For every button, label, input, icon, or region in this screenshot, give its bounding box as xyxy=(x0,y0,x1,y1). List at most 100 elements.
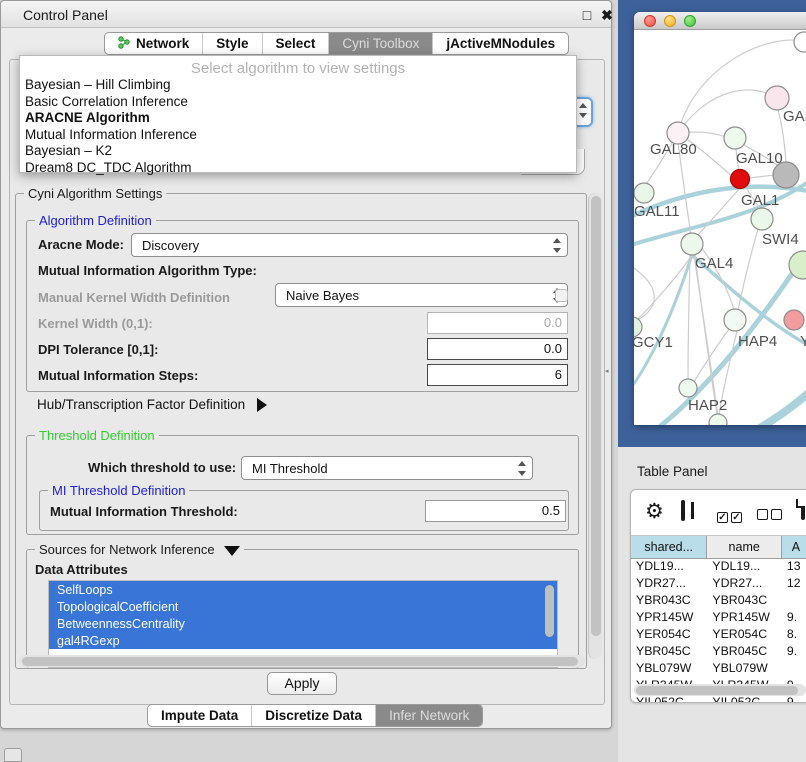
attribute-item[interactable]: TopologicalCoefficient xyxy=(49,598,557,615)
tab-impute-data[interactable]: Impute Data xyxy=(148,705,252,726)
algorithm-option[interactable]: Bayesian – K2 xyxy=(20,143,576,160)
settings-horizontal-scrollbar[interactable] xyxy=(19,655,585,667)
algorithm-option[interactable]: Bayesian – Hill Climbing xyxy=(20,77,576,94)
node-label: GCY1 xyxy=(634,334,673,351)
attributes-list-scrollbar[interactable] xyxy=(545,585,554,637)
which-threshold-combo[interactable]: MI Threshold xyxy=(241,456,533,480)
cell: 8. xyxy=(782,627,806,644)
kernel-width-input[interactable]: 0.0 xyxy=(427,312,568,334)
expanded-arrow-icon[interactable] xyxy=(224,546,240,556)
tab-cyni-toolbox-label: Cyni Toolbox xyxy=(342,36,419,51)
tab-cyni-toolbox[interactable]: Cyni Toolbox xyxy=(329,33,433,54)
tab-discretize-data[interactable]: Discretize Data xyxy=(252,705,376,726)
aracne-mode-label: Aracne Mode: xyxy=(38,237,124,252)
import-table-icon[interactable] xyxy=(801,499,805,520)
tab-infer-network[interactable]: Infer Network xyxy=(376,705,482,726)
cell xyxy=(782,593,806,610)
table-horizontal-scrollbar[interactable] xyxy=(634,684,806,696)
mi-type-combo[interactable]: Naive Bayes xyxy=(275,283,568,307)
algorithm-option-selected[interactable]: ARACNE Algorithm xyxy=(20,110,576,127)
tab-jactivemnodules[interactable]: jActiveMNodules xyxy=(433,33,568,54)
table-row[interactable]: YER054C YER054C 8. xyxy=(631,627,806,644)
table-row[interactable]: YBL079W YBL079W xyxy=(631,661,806,678)
tab-impute-data-label: Impute Data xyxy=(161,708,238,723)
dpi-tolerance-label: DPI Tolerance [0,1]: xyxy=(38,342,158,357)
dpi-tolerance-input[interactable]: 0.0 xyxy=(427,338,568,360)
node-gal10[interactable] xyxy=(724,127,746,149)
column-header-partial[interactable]: A xyxy=(782,536,806,558)
aracne-mode-combo[interactable]: Discovery xyxy=(131,233,568,257)
algorithm-option[interactable]: Mutual Information Inference xyxy=(20,127,576,144)
bottom-corner-button[interactable] xyxy=(4,748,22,762)
minimize-traffic-light-icon[interactable] xyxy=(664,15,676,27)
network-canvas[interactable]: GAL GAL80 GAL10 GAL1 GAL11 SWI4 GAL4 GCY… xyxy=(634,30,806,425)
manual-kernel-checkbox[interactable] xyxy=(555,289,568,302)
threshold-definition-group: Threshold Definition Which threshold to … xyxy=(26,435,579,535)
cell: 9. xyxy=(782,610,806,627)
cell: YDR27... xyxy=(707,576,781,593)
apply-button[interactable]: Apply xyxy=(267,672,337,695)
float-window-icon[interactable]: □ xyxy=(579,7,595,23)
cyni-algorithm-settings-group: Cyni Algorithm Settings Algorithm Defini… xyxy=(15,193,587,669)
cell: YIL052C xyxy=(631,695,707,703)
deselect-all-columns-icon[interactable] xyxy=(757,507,782,525)
sources-title-text: Sources for Network Inference xyxy=(39,542,215,557)
node-gal4[interactable] xyxy=(681,233,703,255)
node-swi4[interactable] xyxy=(751,208,773,230)
node-hap4[interactable] xyxy=(724,309,746,331)
node-salmon[interactable] xyxy=(784,310,804,330)
select-all-columns-icon[interactable]: ✓✓ xyxy=(717,507,742,525)
table-horizontal-scrollbar-thumb[interactable] xyxy=(636,686,798,695)
zoom-traffic-light-icon[interactable] xyxy=(684,15,696,27)
table-row[interactable]: YBR045C YBR045C 9. xyxy=(631,644,806,661)
which-threshold-label: Which threshold to use: xyxy=(88,460,236,475)
table-row[interactable]: YPR145W YPR145W 9. xyxy=(631,610,806,627)
column-header-name[interactable]: name xyxy=(707,536,782,558)
hub-definition-toggle[interactable]: Hub/Transcription Factor Definition xyxy=(37,397,267,412)
column-browser-icon[interactable] xyxy=(681,500,685,521)
gear-icon[interactable]: ⚙ xyxy=(645,499,664,524)
cell: 13 xyxy=(782,559,806,576)
algorithm-dropdown-popup: Select algorithm to view settings Bayesi… xyxy=(19,55,577,173)
table-toolbar: ⚙ ✓✓ xyxy=(631,490,806,536)
stepper-arrows-icon xyxy=(517,460,526,477)
attribute-item[interactable]: gal4RGexp xyxy=(49,632,557,649)
network-window-titlebar[interactable] xyxy=(634,12,806,30)
algorithm-option[interactable]: Basic Correlation Inference xyxy=(20,94,576,111)
mi-threshold-input[interactable]: 0.5 xyxy=(425,500,566,522)
table-row[interactable]: YBR043C YBR043C xyxy=(631,593,806,610)
node-partial-bottom[interactable] xyxy=(709,414,727,425)
cell: YBR043C xyxy=(631,593,707,610)
table-body: YDL19... YDL19... 13 YDR27... YDR27... 1… xyxy=(631,559,806,703)
control-panel-titlebar[interactable]: Control Panel □ ✖ xyxy=(1,1,611,28)
node-partial-top[interactable] xyxy=(794,32,806,52)
attribute-item[interactable]: BetweennessCentrality xyxy=(49,615,557,632)
settings-vertical-scrollbar[interactable] xyxy=(588,193,602,659)
node-gal1-red[interactable] xyxy=(731,170,750,189)
close-icon[interactable]: ✖ xyxy=(599,7,615,23)
table-row[interactable]: YDR27... YDR27... 12 xyxy=(631,576,806,593)
stepper-arrows-icon xyxy=(552,237,561,254)
tab-discretize-data-label: Discretize Data xyxy=(265,708,362,723)
node-label: GAL xyxy=(783,108,806,125)
attribute-item[interactable]: SelfLoops xyxy=(49,581,557,598)
node-label: Y xyxy=(800,333,806,350)
settings-vertical-scrollbar-thumb[interactable] xyxy=(591,196,601,636)
column-header-shared-name[interactable]: shared... xyxy=(631,536,707,558)
node-gal11[interactable] xyxy=(634,183,654,203)
node-gal-partial[interactable] xyxy=(765,86,789,110)
tab-select[interactable]: Select xyxy=(263,33,330,54)
mi-steps-input[interactable]: 6 xyxy=(427,364,568,386)
table-row[interactable]: YDL19... YDL19... 13 xyxy=(631,559,806,576)
divider-resize-handle[interactable]: ◂ xyxy=(605,368,611,376)
cell: YDR27... xyxy=(631,576,707,593)
close-traffic-light-icon[interactable] xyxy=(644,15,656,27)
node-hap2[interactable] xyxy=(679,379,697,397)
node-label: GAL80 xyxy=(650,141,697,158)
tab-network[interactable]: Network xyxy=(105,33,203,54)
table-row[interactable]: YIL052C YIL052C 9 xyxy=(631,695,806,703)
algorithm-option[interactable]: Dream8 DC_TDC Algorithm xyxy=(20,160,576,177)
tab-style[interactable]: Style xyxy=(203,33,262,54)
cell xyxy=(782,661,806,678)
settings-horizontal-scrollbar-thumb[interactable] xyxy=(22,657,578,666)
